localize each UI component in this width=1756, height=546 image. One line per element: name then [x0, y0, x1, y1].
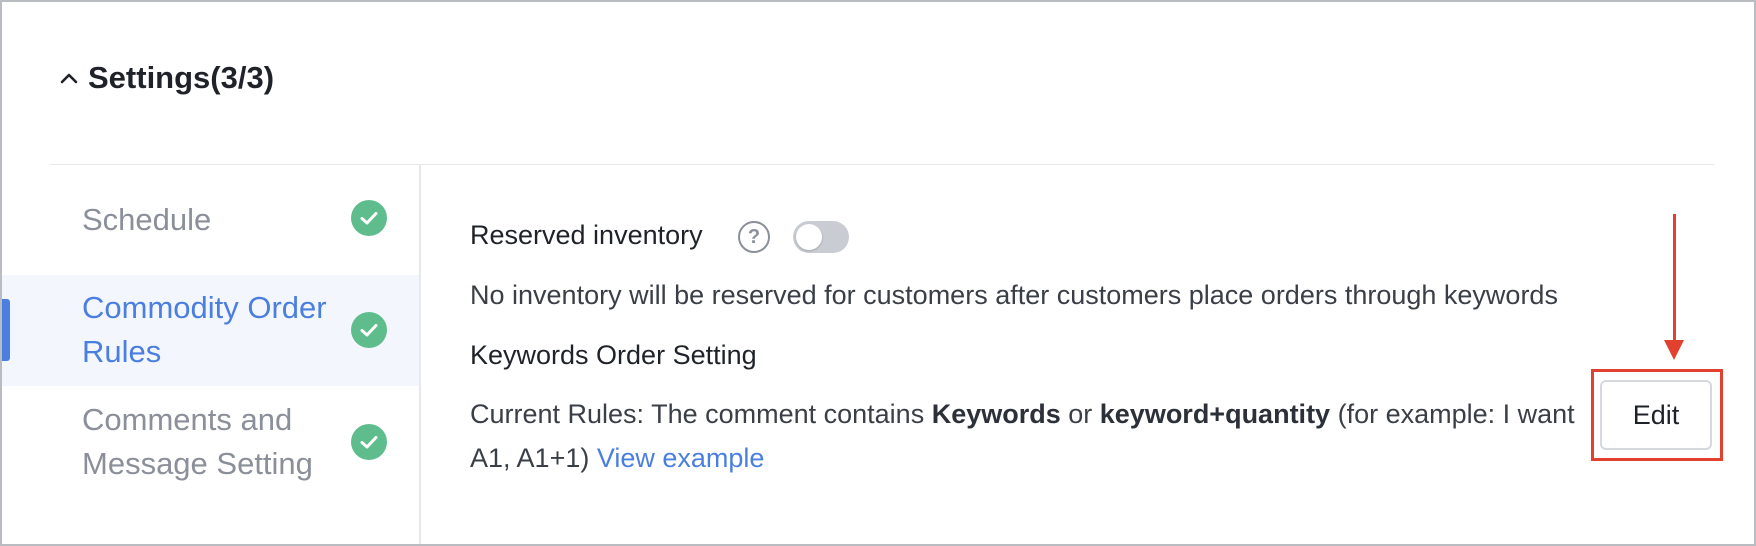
keywords-order-heading: Keywords Order Setting [470, 340, 757, 370]
sidebar-item-comments-and-message-setting[interactable]: Comments and Message Setting [2, 388, 419, 498]
reserved-inventory-label: Reserved inventory [470, 220, 703, 250]
toggle-knob [796, 224, 822, 250]
sidebar-item-label: Schedule [82, 202, 212, 237]
annotation-highlight-box [1591, 369, 1723, 461]
settings-section-header[interactable]: Settings(3/3) [58, 60, 274, 96]
sidebar-item-label: Comments and Message Setting [82, 402, 313, 481]
rules-or: or [1060, 399, 1100, 429]
rules-prefix: Current Rules: The comment contains [470, 399, 932, 429]
annotation-arrow-head [1664, 340, 1684, 360]
check-circle-icon [351, 312, 387, 348]
sidebar-item-label: Commodity Order Rules [82, 290, 327, 369]
active-indicator [2, 299, 10, 361]
sidebar-item-schedule[interactable]: Schedule [2, 168, 419, 270]
settings-panel: Settings(3/3) Schedule Commodity Order R… [0, 0, 1756, 546]
reserved-inventory-description: No inventory will be reserved for custom… [470, 280, 1558, 310]
header-divider [50, 164, 1714, 165]
reserved-inventory-toggle[interactable] [793, 221, 849, 253]
rules-keyword-quantity: keyword+quantity [1099, 399, 1331, 429]
view-example-link[interactable]: View example [597, 443, 765, 473]
rules-keyword: Keywords [931, 399, 1061, 429]
current-rules-text: Current Rules: The comment contains Keyw… [470, 392, 1590, 480]
section-title: Settings(3/3) [88, 60, 275, 95]
chevron-up-icon[interactable] [58, 67, 80, 89]
check-circle-icon [351, 200, 387, 236]
question-circle-icon[interactable]: ? [738, 221, 770, 253]
check-circle-icon [351, 424, 387, 460]
sidebar-item-commodity-order-rules[interactable]: Commodity Order Rules [2, 275, 419, 386]
sidebar-divider [419, 164, 421, 544]
annotation-arrow [1673, 214, 1676, 342]
